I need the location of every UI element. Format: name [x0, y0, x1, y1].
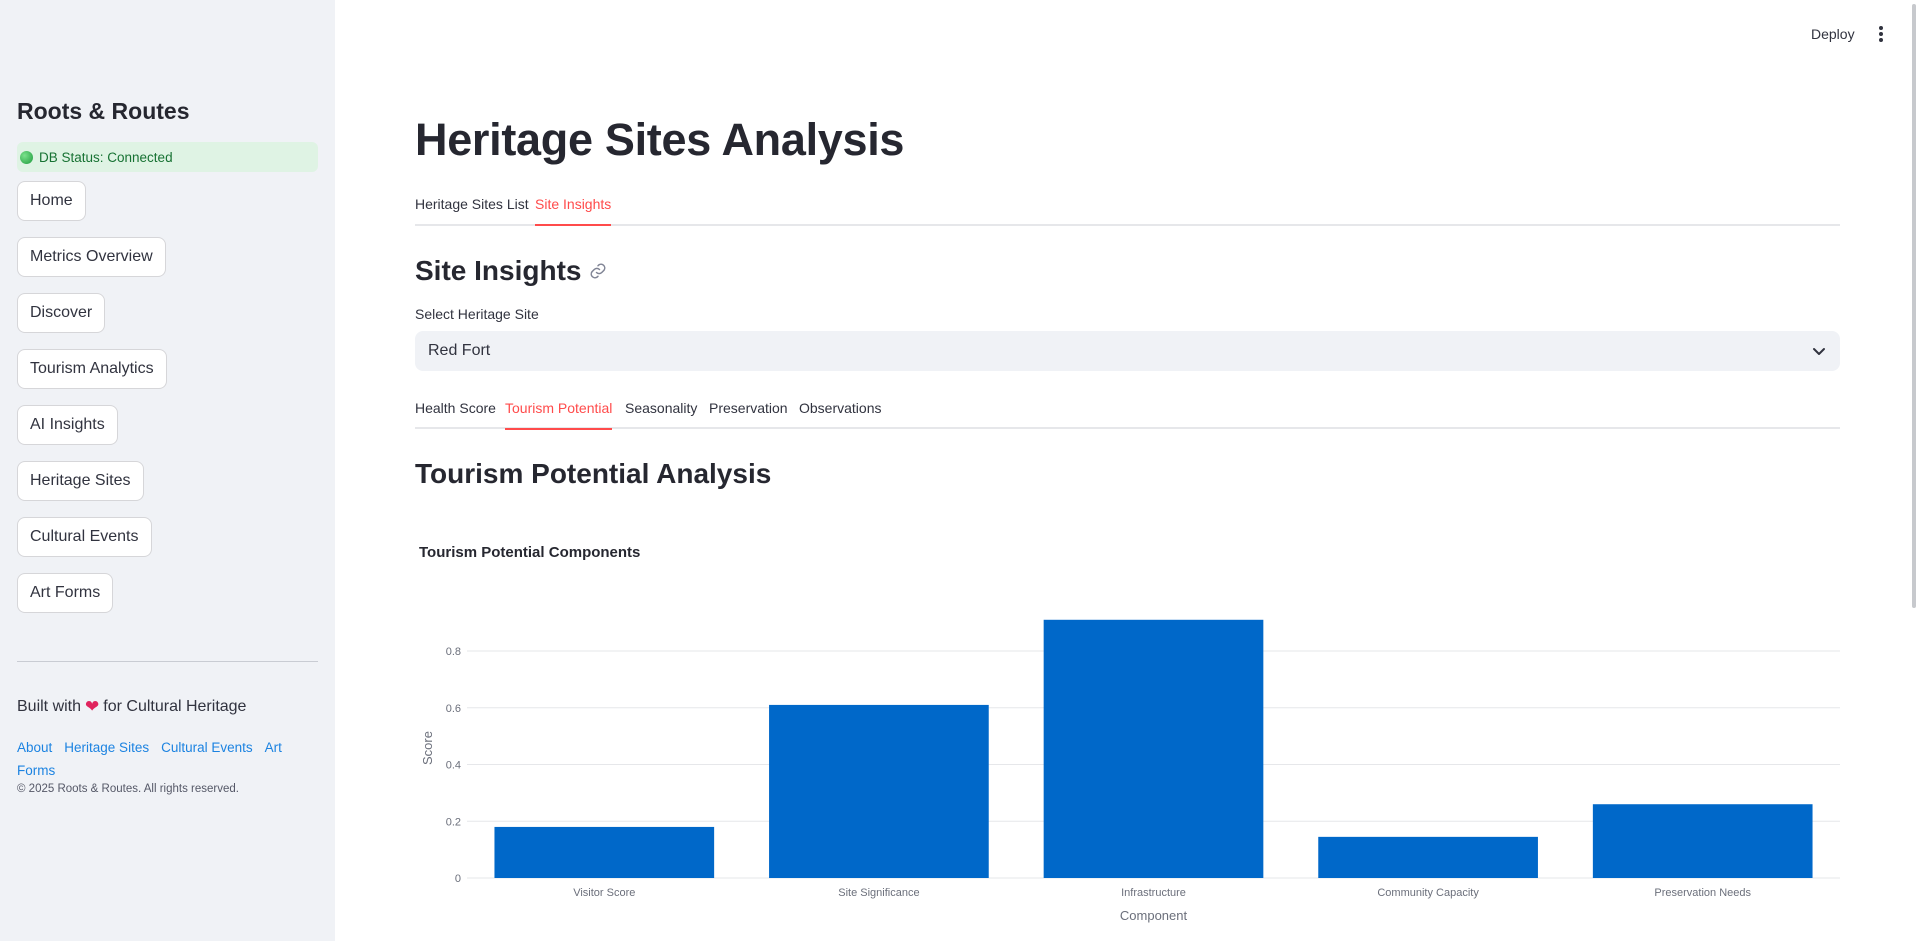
main-menu-icon[interactable]: [1876, 26, 1886, 44]
footer-links: About Heritage Sites Cultural Events Art Fo…: [17, 736, 318, 782]
section-title: Site Insights: [415, 255, 607, 287]
select-heritage-site-label: Select Heritage Site: [415, 306, 539, 322]
nav-button-heritage-sites[interactable]: Heritage Sites: [17, 461, 144, 501]
nav-button-tourism-analytics[interactable]: Tourism Analytics: [17, 349, 167, 389]
y-tick-label: 0: [455, 873, 461, 885]
copyright-text: © 2025 Roots & Routes. All rights reserv…: [17, 783, 239, 795]
nav-button-metrics-overview[interactable]: Metrics Overview: [17, 237, 166, 277]
db-status-text: DB Status: Connected: [39, 149, 173, 165]
sidebar-divider: [17, 661, 318, 662]
bar-preservation-needs: [1592, 804, 1813, 878]
y-tick-label: 0.2: [446, 816, 461, 828]
sidebar: Roots & Routes DB Status: Connected Home…: [0, 0, 335, 941]
y-tick-label: 0.6: [446, 703, 461, 715]
sidebar-brand: Roots & Routes: [17, 98, 190, 124]
tourism-potential-chart: Tourism Potential Components 0 0.2 0.4 0.6 0.…: [415, 530, 1840, 941]
x-tick-label: Visitor Score: [573, 887, 635, 899]
x-tick-label: Preservation Needs: [1654, 887, 1751, 899]
tab-preservation[interactable]: Preservation: [709, 398, 788, 430]
tab-heritage-sites-list[interactable]: Heritage Sites List: [415, 194, 529, 226]
tab-seasonality[interactable]: Seasonality: [625, 398, 697, 430]
built-with-text: Built with ❤ for Cultural Heritage: [17, 697, 246, 717]
anchor-link-icon[interactable]: [589, 262, 607, 280]
heritage-site-select[interactable]: Red Fort: [415, 331, 1840, 371]
nav-button-ai-insights[interactable]: AI Insights: [17, 405, 118, 445]
y-tick-label: 0.8: [446, 646, 461, 658]
nav-button-cultural-events[interactable]: Cultural Events: [17, 517, 152, 557]
status-dot-icon: [20, 150, 33, 164]
bar-visitor-score: [494, 826, 715, 878]
x-tick-label: Site Significance: [838, 887, 919, 899]
main-content: Heritage Sites Analysis Heritage Sites L…: [415, 0, 1840, 941]
footer-link-cultural-events[interactable]: Cultural Events: [161, 740, 253, 755]
page-scrollbar[interactable]: [1912, 0, 1918, 941]
footer-link-heritage-sites[interactable]: Heritage Sites: [64, 740, 149, 755]
tab-health-score[interactable]: Health Score: [415, 398, 496, 430]
tab-tourism-potential[interactable]: Tourism Potential: [505, 398, 613, 430]
bar-community-capacity: [1318, 836, 1538, 878]
subsection-title: Tourism Potential Analysis: [415, 458, 772, 489]
insight-tabs: Health Score Tourism Potential Seasonali…: [415, 398, 1840, 430]
heart-icon: ❤: [85, 697, 100, 716]
chevron-down-icon: [1813, 348, 1825, 355]
page-title: Heritage Sites Analysis: [415, 114, 905, 165]
nav-button-art-forms[interactable]: Art Forms: [17, 573, 114, 613]
y-axis-title: Score: [420, 731, 435, 765]
x-tick-label: Infrastructure: [1121, 887, 1186, 899]
nav-button-discover[interactable]: Discover: [17, 293, 106, 333]
select-value: Red Fort: [428, 342, 491, 359]
built-suffix: for Cultural Heritage: [103, 698, 247, 715]
bar-site-significance: [769, 704, 989, 878]
chart-svg: Tourism Potential Components 0 0.2 0.4 0.6 0.…: [419, 544, 1840, 923]
built-prefix: Built with: [17, 698, 82, 715]
y-tick-label: 0.4: [446, 760, 461, 772]
bar-infrastructure: [1043, 619, 1264, 878]
x-axis-title: Component: [1120, 908, 1188, 923]
section-title-text: Site Insights: [415, 255, 582, 286]
x-tick-label: Community Capacity: [1377, 887, 1479, 899]
chart-title: Tourism Potential Components: [419, 544, 640, 561]
scrollbar-thumb[interactable]: [1912, 4, 1916, 608]
db-status-badge: DB Status: Connected: [17, 142, 318, 172]
nav-button-home[interactable]: Home: [17, 181, 86, 221]
tab-site-insights[interactable]: Site Insights: [535, 194, 612, 226]
footer-link-about[interactable]: About: [17, 740, 52, 755]
tab-observations[interactable]: Observations: [799, 398, 881, 430]
page-tabs: Heritage Sites List Site Insights: [415, 194, 1840, 226]
